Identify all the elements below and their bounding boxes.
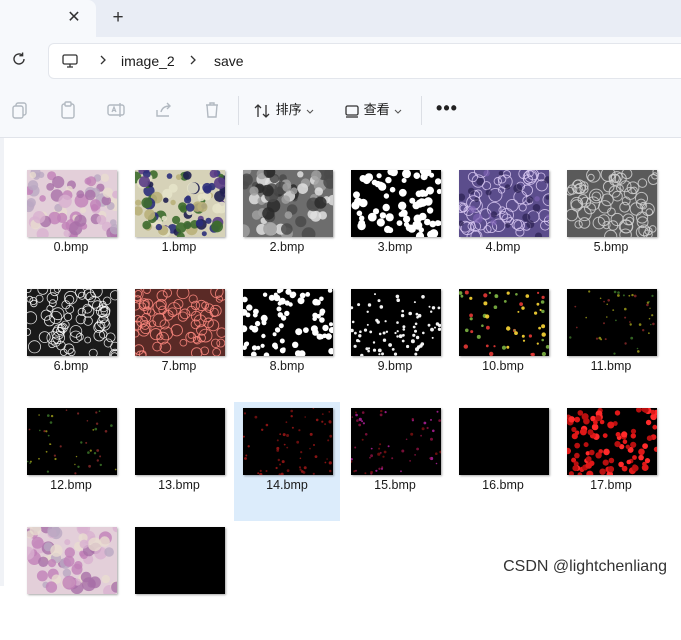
- file-name: 12.bmp: [50, 478, 92, 492]
- navigation-bar: image_2 save: [0, 37, 681, 84]
- file-name: 11.bmp: [590, 359, 632, 373]
- file-thumbnail: [27, 170, 117, 237]
- file-item[interactable]: 6.bmp: [18, 283, 124, 402]
- paste-icon[interactable]: [58, 100, 78, 120]
- view-icon: [345, 104, 359, 118]
- file-name: 10.bmp: [482, 359, 524, 373]
- file-item[interactable]: 7.bmp: [126, 283, 232, 402]
- file-thumbnail: [135, 408, 225, 475]
- file-name: 6.bmp: [53, 359, 89, 373]
- sort-button[interactable]: 排序: [254, 99, 315, 121]
- file-name: 15.bmp: [374, 478, 416, 492]
- file-thumbnail: [135, 289, 225, 356]
- rename-icon[interactable]: [106, 100, 126, 120]
- file-thumbnail: [351, 170, 441, 237]
- active-tab[interactable]: ✕: [0, 0, 96, 37]
- file-name: 8.bmp: [269, 359, 305, 373]
- file-thumbnail: [27, 527, 117, 594]
- file-thumbnail: [459, 289, 549, 356]
- breadcrumb-item[interactable]: save: [214, 52, 244, 70]
- chevron-right-icon[interactable]: [97, 53, 109, 67]
- file-item[interactable]: 5.bmp: [558, 164, 664, 283]
- view-button[interactable]: 查看: [344, 99, 403, 121]
- file-item[interactable]: 11.bmp: [558, 283, 664, 402]
- file-name: 17.bmp: [590, 478, 632, 492]
- close-tab-icon[interactable]: ✕: [64, 8, 84, 28]
- file-thumbnail: [567, 289, 657, 356]
- file-item[interactable]: 10.bmp: [450, 283, 556, 402]
- file-item[interactable]: 8.bmp: [234, 283, 340, 402]
- file-name: 16.bmp: [482, 478, 524, 492]
- refresh-icon[interactable]: [10, 50, 28, 68]
- file-name: 14.bmp: [266, 478, 308, 492]
- file-item[interactable]: 16.bmp: [450, 402, 556, 521]
- file-name: 1.bmp: [161, 240, 197, 254]
- file-name: 3.bmp: [377, 240, 413, 254]
- more-options-icon[interactable]: •••: [436, 98, 458, 120]
- file-name: 7.bmp: [161, 359, 197, 373]
- file-name: 2.bmp: [269, 240, 305, 254]
- tab-strip: ✕ +: [0, 0, 681, 37]
- share-icon[interactable]: [154, 100, 174, 120]
- file-item[interactable]: 0.bmp: [18, 164, 124, 283]
- copy-icon[interactable]: [10, 100, 30, 120]
- file-thumbnail: [351, 408, 441, 475]
- file-name: 9.bmp: [377, 359, 413, 373]
- breadcrumb-item[interactable]: image_2: [121, 52, 175, 70]
- file-name: 13.bmp: [158, 478, 200, 492]
- file-thumbnail: [27, 408, 117, 475]
- chevron-down-icon: [306, 109, 314, 114]
- pane-edge: [0, 138, 4, 586]
- command-bar: 排序 查看 •••: [0, 84, 681, 138]
- file-item[interactable]: 14.bmp: [234, 402, 340, 521]
- toolbar-divider: [421, 96, 422, 125]
- file-thumbnail: [459, 170, 549, 237]
- file-item[interactable]: 13.bmp: [126, 402, 232, 521]
- file-item[interactable]: [126, 521, 232, 640]
- file-thumbnail: [351, 289, 441, 356]
- address-bar[interactable]: image_2 save: [48, 43, 681, 79]
- file-thumbnail: [567, 408, 657, 475]
- file-name: 4.bmp: [485, 240, 521, 254]
- file-item[interactable]: 12.bmp: [18, 402, 124, 521]
- file-thumbnail: [135, 527, 225, 594]
- chevron-down-icon: [394, 109, 402, 114]
- file-item[interactable]: 9.bmp: [342, 283, 448, 402]
- this-pc-icon[interactable]: [61, 52, 79, 70]
- file-name: 0.bmp: [53, 240, 89, 254]
- file-item[interactable]: 4.bmp: [450, 164, 556, 283]
- file-grid: CSDN @lightchenliang 0.bmp 1.bmp 2.bmp 3.bm…: [0, 138, 681, 594]
- file-item[interactable]: 17.bmp: [558, 402, 664, 521]
- delete-icon[interactable]: [202, 100, 222, 120]
- file-thumbnail: [135, 170, 225, 237]
- file-thumbnail: [27, 289, 117, 356]
- file-thumbnail: [459, 408, 549, 475]
- file-item[interactable]: 1.bmp: [126, 164, 232, 283]
- view-label: 查看: [363, 102, 390, 117]
- file-thumbnail: [243, 289, 333, 356]
- file-item[interactable]: [18, 521, 124, 640]
- file-item[interactable]: 2.bmp: [234, 164, 340, 283]
- file-item[interactable]: 3.bmp: [342, 164, 448, 283]
- sort-label: 排序: [275, 102, 302, 117]
- file-thumbnail: [567, 170, 657, 237]
- toolbar-divider: [238, 96, 239, 125]
- new-tab-icon[interactable]: +: [108, 8, 128, 28]
- sort-icon: [254, 103, 270, 118]
- file-thumbnail: [243, 170, 333, 237]
- watermark: CSDN @lightchenliang: [503, 558, 667, 575]
- chevron-right-icon[interactable]: [187, 53, 199, 67]
- file-name: 5.bmp: [593, 240, 629, 254]
- file-thumbnail: [243, 408, 333, 475]
- file-item[interactable]: 15.bmp: [342, 402, 448, 521]
